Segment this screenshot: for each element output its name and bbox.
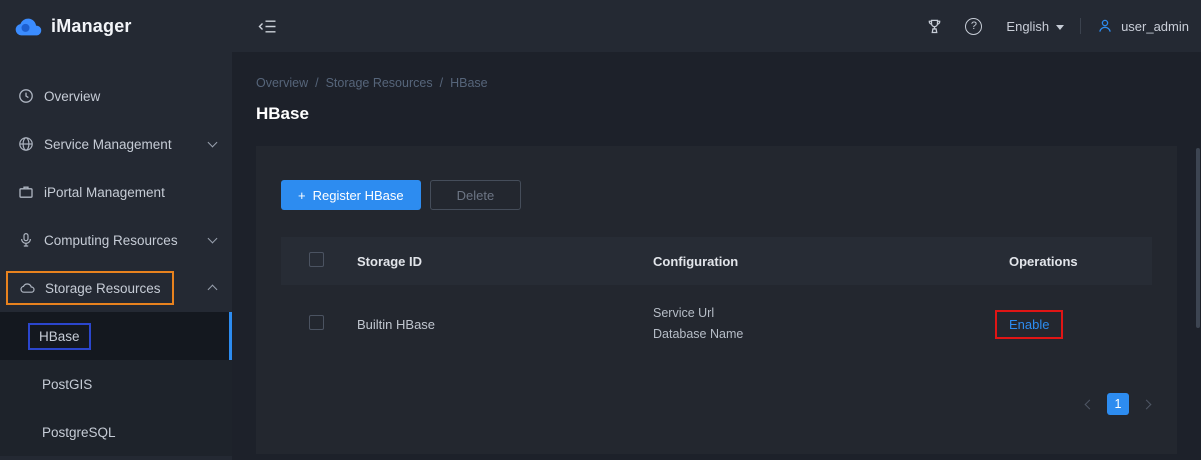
sidebar-item-postgresql[interactable]: PostgreSQL: [0, 408, 232, 456]
chevron-down-icon: [208, 138, 218, 148]
breadcrumb-separator: /: [440, 76, 443, 90]
column-header-operations: Operations: [1009, 254, 1152, 269]
pagination: 1: [281, 393, 1152, 415]
trophy-icon[interactable]: [926, 18, 943, 35]
next-page-button[interactable]: [1143, 401, 1150, 408]
config-service-url-label: Service Url: [653, 303, 1009, 324]
sidebar-item-overview[interactable]: Overview: [0, 72, 232, 120]
register-button-label: Register HBase: [313, 188, 404, 203]
app-logo: iManager: [0, 0, 232, 52]
annotation-blue-box: HBase: [28, 323, 91, 350]
toolbar: + Register HBase Delete: [281, 180, 1152, 210]
chevron-down-icon: [208, 234, 218, 244]
annotation-red-box: Enable: [995, 310, 1063, 339]
sidebar-subitem-label: PostGIS: [42, 377, 92, 392]
cloud-logo-icon: [13, 15, 43, 37]
chevron-up-icon: [208, 285, 218, 295]
operations-cell: Enable: [1009, 310, 1152, 339]
overview-icon: [18, 88, 34, 104]
register-hbase-button[interactable]: + Register HBase: [281, 180, 421, 210]
service-icon: [18, 136, 34, 152]
sidebar-item-iportal-management[interactable]: iPortal Management: [0, 168, 232, 216]
column-header-configuration: Configuration: [653, 254, 1009, 269]
scrollbar[interactable]: [1196, 148, 1200, 328]
page-1-button[interactable]: 1: [1107, 393, 1129, 415]
sidebar-item-storage-resources[interactable]: Storage Resources: [0, 264, 232, 312]
collapse-sidebar-icon[interactable]: [258, 19, 277, 34]
configuration-cell: Service Url Database Name: [653, 303, 1009, 345]
sidebar-item-service-management[interactable]: Service Management: [0, 120, 232, 168]
select-all-checkbox[interactable]: [309, 252, 324, 267]
sidebar-item-computing-resources[interactable]: Computing Resources: [0, 216, 232, 264]
computing-icon: [18, 232, 34, 248]
iportal-icon: [18, 184, 34, 200]
main-content: Overview / Storage Resources / HBase HBa…: [232, 52, 1201, 460]
sidebar-item-postgis[interactable]: PostGIS: [0, 360, 232, 408]
username: user_admin: [1121, 19, 1189, 34]
breadcrumb-current: HBase: [450, 76, 488, 90]
app-title: iManager: [51, 16, 132, 37]
user-icon: [1097, 18, 1113, 34]
breadcrumb-separator: /: [315, 76, 318, 90]
sidebar-subitem-label: HBase: [39, 329, 80, 344]
delete-button[interactable]: Delete: [430, 180, 522, 210]
sidebar: iManager Overview Service Management: [0, 0, 232, 460]
user-menu[interactable]: user_admin: [1097, 18, 1191, 34]
storage-id-cell: Builtin HBase: [357, 317, 653, 332]
storage-table: Storage ID Configuration Operations Buil…: [281, 237, 1152, 363]
breadcrumb-link-storage-resources[interactable]: Storage Resources: [326, 76, 433, 90]
language-label: English: [1006, 19, 1049, 34]
app-window: iManager Overview Service Management: [0, 0, 1201, 460]
sidebar-item-label: iPortal Management: [44, 185, 165, 200]
content-panel: + Register HBase Delete Storage ID Confi…: [256, 146, 1177, 454]
sidebar-nav: Overview Service Management iPortal Mana…: [0, 52, 232, 456]
page-title: HBase: [256, 104, 1177, 124]
content-column: ? English user_admin Overview /: [232, 0, 1201, 460]
prev-page-button[interactable]: [1086, 401, 1093, 408]
help-glyph: ?: [971, 20, 977, 32]
breadcrumb-link-overview[interactable]: Overview: [256, 76, 308, 90]
sidebar-item-label: Storage Resources: [45, 281, 161, 296]
enable-link[interactable]: Enable: [1009, 317, 1049, 332]
chevron-left-icon: [1085, 399, 1095, 409]
table-row: Builtin HBase Service Url Database Name …: [281, 285, 1152, 363]
topbar-divider: [1080, 18, 1081, 34]
sidebar-item-hbase[interactable]: HBase: [0, 312, 232, 360]
table-header-row: Storage ID Configuration Operations: [281, 237, 1152, 285]
topbar: ? English user_admin: [232, 0, 1201, 52]
language-selector[interactable]: English: [1006, 19, 1064, 34]
sidebar-item-label: Service Management: [44, 137, 172, 152]
annotation-orange-box: Storage Resources: [6, 271, 174, 305]
storage-icon: [19, 280, 35, 296]
breadcrumb: Overview / Storage Resources / HBase: [256, 76, 1177, 90]
storage-resources-submenu: HBase PostGIS PostgreSQL: [0, 312, 232, 456]
chevron-right-icon: [1142, 399, 1152, 409]
config-database-name-label: Database Name: [653, 324, 1009, 345]
row-checkbox[interactable]: [309, 315, 324, 330]
help-icon[interactable]: ?: [965, 18, 982, 35]
caret-down-icon: [1056, 25, 1064, 30]
sidebar-item-label: Computing Resources: [44, 233, 178, 248]
sidebar-item-label: Overview: [44, 89, 100, 104]
topbar-actions: ? English user_admin: [926, 18, 1191, 35]
sidebar-subitem-label: PostgreSQL: [42, 425, 116, 440]
column-header-storage-id: Storage ID: [357, 254, 653, 269]
plus-icon: +: [298, 188, 306, 203]
